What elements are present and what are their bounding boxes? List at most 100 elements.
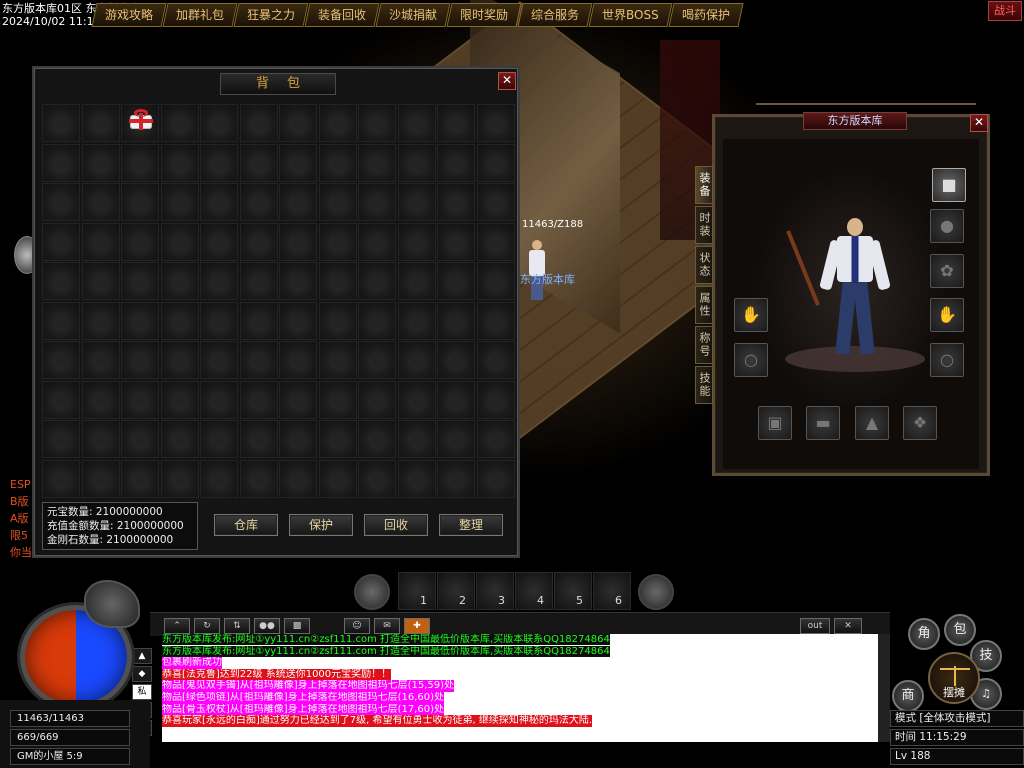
bag-slot[interactable] xyxy=(279,420,317,458)
bag-slot[interactable] xyxy=(358,104,396,142)
bag-slot[interactable] xyxy=(397,459,436,498)
bag-slot[interactable] xyxy=(42,380,80,419)
belt-slot[interactable]: 1 xyxy=(398,572,436,610)
belt-slot[interactable]: 4 xyxy=(515,572,553,610)
bag-slot[interactable] xyxy=(279,222,317,261)
bag-slot[interactable] xyxy=(476,380,515,419)
bag-slot[interactable] xyxy=(81,301,120,340)
chat-filter-icon[interactable]: ⇅ xyxy=(224,618,250,634)
bag-slot[interactable] xyxy=(358,222,396,261)
bag-slot[interactable] xyxy=(437,380,475,419)
chat-log[interactable]: 东方版本库发布:网址①yy111.cn②zsf111.com 打造全中国最低价版… xyxy=(162,634,878,742)
bag-slot[interactable] xyxy=(437,143,475,182)
menu-donate[interactable]: 沙城捐献 xyxy=(375,3,451,27)
bag-slot[interactable] xyxy=(437,341,475,379)
bag-slot[interactable] xyxy=(318,222,357,261)
bag-slot[interactable] xyxy=(476,420,515,458)
menu-recycle[interactable]: 装备回收 xyxy=(304,3,380,27)
bag-slot[interactable] xyxy=(476,459,515,498)
bag-slot[interactable] xyxy=(397,183,436,221)
bracelet-left-slot[interactable]: ✋ xyxy=(734,298,768,332)
bag-slot[interactable] xyxy=(476,183,515,221)
bag-slot[interactable] xyxy=(279,143,317,182)
chat-channel[interactable]: ▲ xyxy=(132,648,152,664)
bag-slot[interactable] xyxy=(318,420,357,458)
bag-slot[interactable] xyxy=(318,380,357,419)
medal-slot[interactable]: ✿ xyxy=(930,254,964,288)
bag-slot[interactable] xyxy=(437,420,475,458)
bag-slot[interactable] xyxy=(279,301,317,340)
bag-slot[interactable] xyxy=(476,104,515,142)
boots-slot[interactable]: ▲ xyxy=(855,406,889,440)
bag-slot[interactable] xyxy=(239,459,278,498)
bag-slot[interactable] xyxy=(476,301,515,340)
attack-mode[interactable]: 模式 [全体攻击模式] xyxy=(890,710,1024,727)
bag-slot[interactable] xyxy=(358,341,396,379)
bag-slot[interactable] xyxy=(121,341,159,379)
tab-status[interactable]: 状态 xyxy=(695,246,713,284)
bag-slot[interactable] xyxy=(239,183,278,221)
bag-slot[interactable] xyxy=(318,301,357,340)
bag-slot[interactable] xyxy=(318,262,357,300)
bag-slot[interactable] xyxy=(397,262,436,300)
bag-slot[interactable] xyxy=(81,380,120,419)
bag-slot[interactable] xyxy=(121,143,159,182)
bag-slot[interactable] xyxy=(437,104,475,142)
bag-slot[interactable] xyxy=(476,262,515,300)
shop-button[interactable]: 商 xyxy=(892,680,924,712)
bag-slot[interactable] xyxy=(279,262,317,300)
bag-slot[interactable] xyxy=(239,222,278,261)
belt-slot[interactable]: 5 xyxy=(554,572,592,610)
chat-channel[interactable]: ◆ xyxy=(132,666,152,682)
charm-slot[interactable]: ▣ xyxy=(758,406,792,440)
bag-slot[interactable] xyxy=(200,183,238,221)
belt-slot[interactable]: 2 xyxy=(437,572,475,610)
bag-slot[interactable] xyxy=(121,420,159,458)
necklace-slot[interactable]: ● xyxy=(930,209,964,243)
chat-mode-icon[interactable]: ↻ xyxy=(194,618,220,634)
bag-slot[interactable] xyxy=(279,341,317,379)
bag-slot[interactable] xyxy=(437,459,475,498)
bag-slot[interactable] xyxy=(42,459,80,498)
char-close-button[interactable]: ✕ xyxy=(970,114,988,132)
bag-slot[interactable] xyxy=(397,341,436,379)
bag-slot[interactable] xyxy=(239,301,278,340)
bag-slot[interactable] xyxy=(81,341,120,379)
bag-slot[interactable] xyxy=(239,341,278,379)
chat-close-button[interactable]: ✕ xyxy=(834,618,862,634)
bag-slot[interactable] xyxy=(160,104,199,142)
bag-slot[interactable] xyxy=(160,380,199,419)
bag-slot[interactable] xyxy=(397,380,436,419)
bag-slot[interactable] xyxy=(397,301,436,340)
bag-slot[interactable] xyxy=(318,143,357,182)
bag-slot[interactable] xyxy=(437,301,475,340)
bag-slot[interactable] xyxy=(397,143,436,182)
bag-slot[interactable] xyxy=(239,262,278,300)
bag-slot[interactable] xyxy=(279,104,317,142)
bag-slot[interactable] xyxy=(42,222,80,261)
bag-slot[interactable] xyxy=(81,183,120,221)
bag-slot[interactable] xyxy=(437,222,475,261)
tab-skills[interactable]: 技能 xyxy=(695,366,713,404)
bag-slot[interactable] xyxy=(121,459,159,498)
bag-slot[interactable] xyxy=(358,262,396,300)
belt-slot[interactable]: 3 xyxy=(476,572,514,610)
bag-slot[interactable] xyxy=(318,183,357,221)
bag-slot[interactable] xyxy=(160,143,199,182)
bag-slot[interactable] xyxy=(437,262,475,300)
bag-slot[interactable] xyxy=(437,183,475,221)
bag-slot[interactable] xyxy=(279,459,317,498)
bag-slot[interactable] xyxy=(239,420,278,458)
ring-right-slot[interactable]: ○ xyxy=(930,343,964,377)
helmet-slot[interactable]: ■ xyxy=(932,168,966,202)
tab-title[interactable]: 称号 xyxy=(695,326,713,364)
bag-close-button[interactable]: ✕ xyxy=(498,72,516,90)
bag-slot[interactable] xyxy=(121,380,159,419)
bag-slot[interactable] xyxy=(200,222,238,261)
menu-world-boss[interactable]: 世界BOSS xyxy=(588,3,673,27)
bag-slot[interactable] xyxy=(160,262,199,300)
menu-service[interactable]: 综合服务 xyxy=(517,3,593,27)
chat-team-icon[interactable]: ▩ xyxy=(284,618,310,634)
bag-slot[interactable] xyxy=(200,104,238,142)
bag-slot[interactable] xyxy=(121,104,159,142)
